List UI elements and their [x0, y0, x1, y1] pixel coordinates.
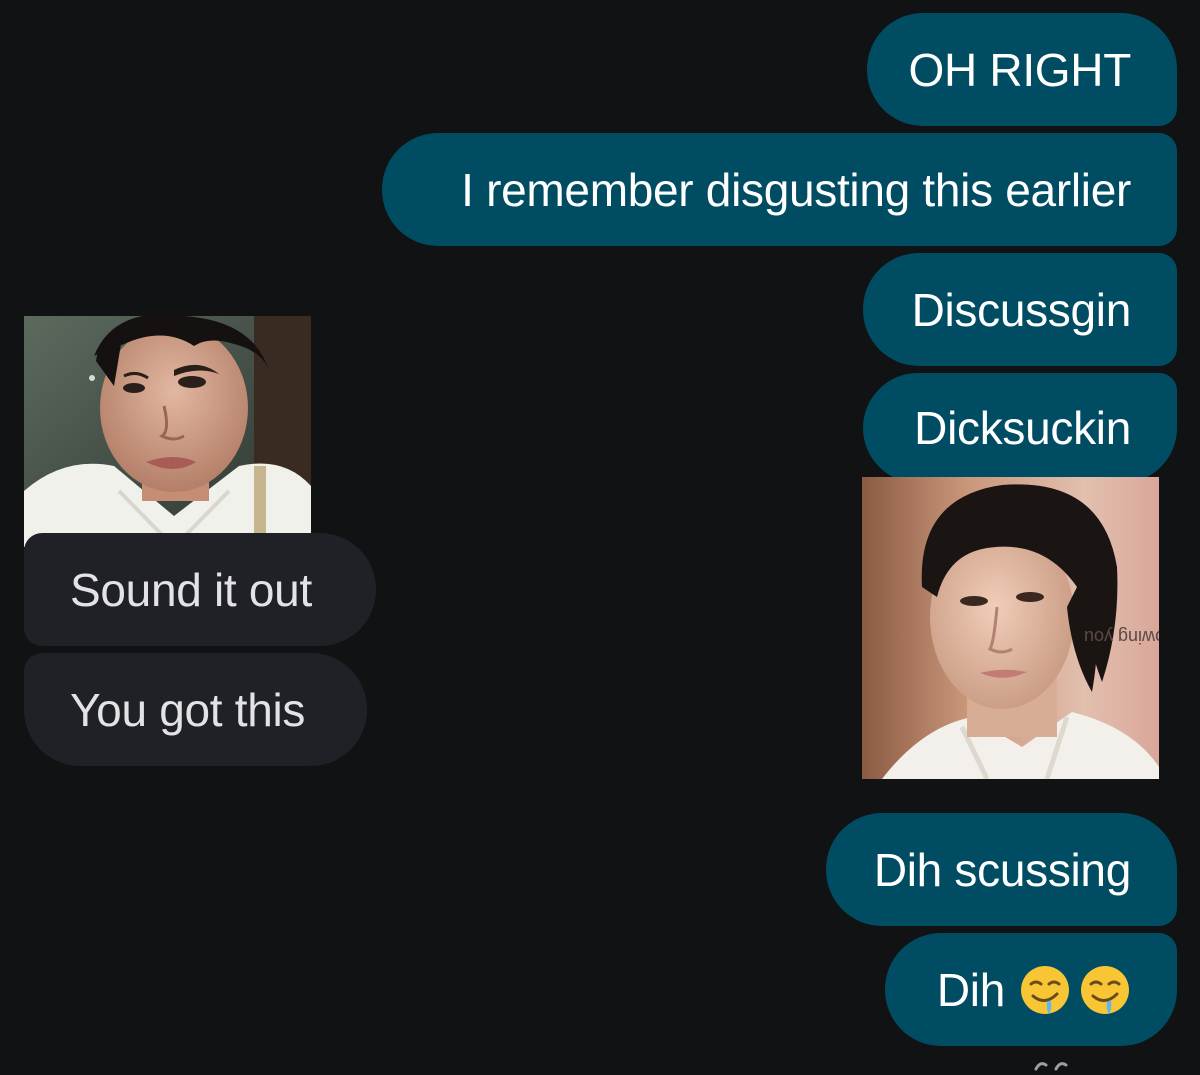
message-text: OH RIGHT [908, 43, 1132, 96]
outgoing-photo-message[interactable]: owing you [862, 477, 1159, 779]
message-text: I remember disgusting this earlier [461, 163, 1131, 216]
drooling-face-icon [1081, 965, 1129, 1014]
message-text: Discussgin [911, 283, 1132, 336]
message-text: Dih [936, 963, 1005, 1016]
message-bubble-outgoing[interactable]: OH RIGHT [867, 13, 1177, 126]
message-bubble-outgoing[interactable]: Dih scussing [826, 813, 1177, 926]
message-text: Dicksuckin [914, 402, 1131, 454]
message-bubble-outgoing[interactable]: Discussgin [863, 253, 1177, 366]
message-bubble-outgoing[interactable]: Dih [885, 933, 1177, 1046]
message-bubble-outgoing[interactable]: I remember disgusting this earlier [382, 133, 1177, 246]
message-bubble-incoming[interactable]: Sound it out [24, 533, 376, 646]
drooling-face-icon [1021, 965, 1069, 1014]
incoming-photo-message[interactable] [24, 316, 311, 547]
message-bubble-outgoing[interactable]: Dicksuckin [863, 373, 1177, 483]
reaction-icon [1034, 1062, 1068, 1071]
message-text: You got this [70, 683, 306, 736]
message-text: Dih scussing [873, 843, 1131, 896]
portrait-photo [24, 316, 311, 547]
message-text: Sound it out [70, 563, 312, 616]
image-caption: owing you [1084, 627, 1159, 647]
message-bubble-incoming[interactable]: You got this [24, 653, 367, 766]
